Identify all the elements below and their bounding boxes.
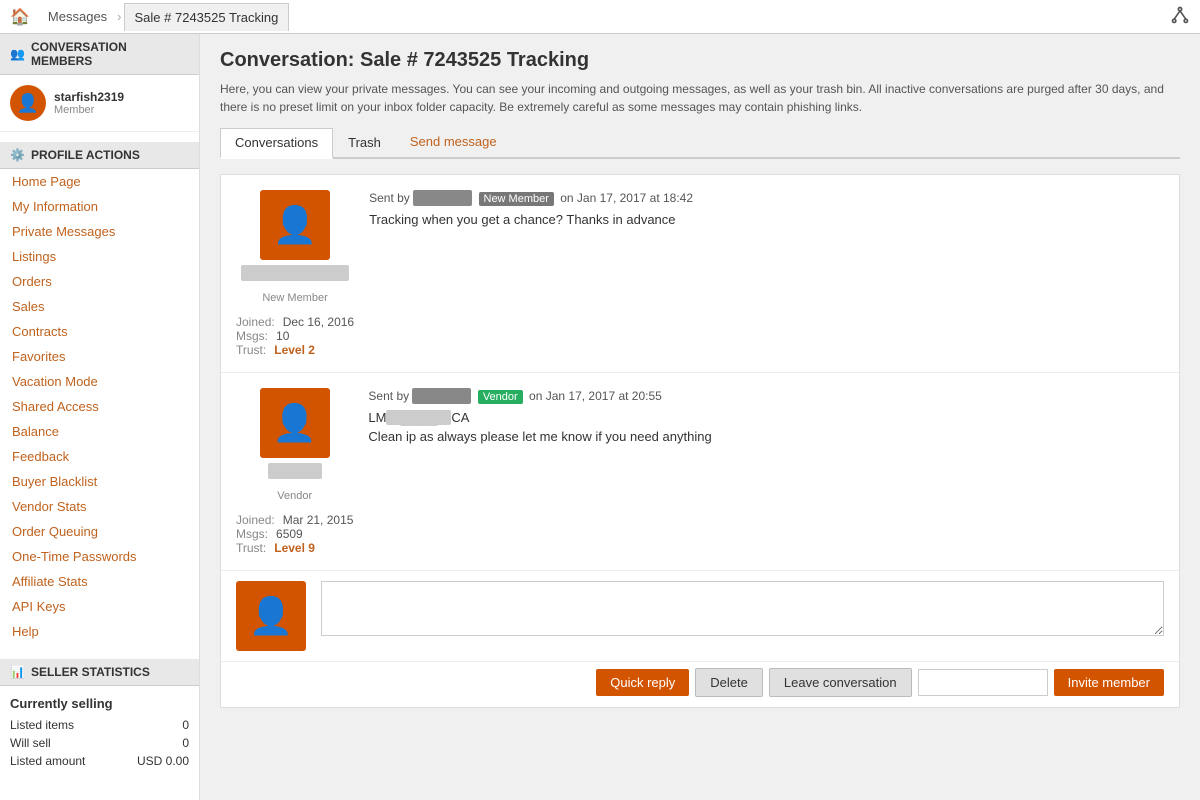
- sender-role: New Member: [262, 292, 327, 304]
- stats-row-listed-items: Listed items 0: [10, 716, 189, 734]
- profile-actions-header: ⚙️ PROFILE ACTIONS: [0, 142, 199, 169]
- reply-textarea[interactable]: [321, 581, 1164, 636]
- trust-level: Level 2: [274, 343, 315, 357]
- nav-my-information[interactable]: My Information: [0, 194, 199, 219]
- nav-messages[interactable]: Messages: [40, 9, 115, 24]
- message-meta: Sent by ██████ Vendor on Jan 17, 2017 at…: [368, 388, 1164, 404]
- cog-icon: ⚙️: [10, 148, 25, 162]
- invite-member-button[interactable]: Invite member: [1054, 669, 1164, 696]
- nav-vacation-mode[interactable]: Vacation Mode: [0, 369, 199, 394]
- avatar: 👤: [260, 388, 330, 458]
- stats-row-listed-amount: Listed amount USD 0.00: [10, 752, 189, 770]
- network-icon: [1170, 5, 1190, 25]
- nav-shared-access[interactable]: Shared Access: [0, 394, 199, 419]
- nav-contracts[interactable]: Contracts: [0, 319, 199, 344]
- delete-button[interactable]: Delete: [695, 668, 763, 697]
- user-stats: Joined: Dec 16, 2016 Msgs: 10 Trust: Lev…: [236, 315, 354, 357]
- nav-home-page[interactable]: Home Page: [0, 169, 199, 194]
- badge-new-member: New Member: [479, 192, 554, 206]
- top-navigation: 🏠 Messages › Sale # 7243525 Tracking: [0, 0, 1200, 34]
- page-title: Conversation: Sale # 7243525 Tracking: [220, 49, 1180, 72]
- msg-count: 10: [276, 329, 289, 343]
- nav-vendor-stats[interactable]: Vendor Stats: [0, 494, 199, 519]
- currently-selling-label: Currently selling: [10, 696, 189, 711]
- message-item: 👤 ████ Vendor Joined: Mar 21, 2015 Msgs:…: [221, 373, 1179, 571]
- chart-icon: 📊: [10, 665, 25, 679]
- user-info: 👤 starfish2319 Member: [0, 75, 199, 132]
- nav-api-keys[interactable]: API Keys: [0, 594, 199, 619]
- invite-member-input[interactable]: [918, 669, 1048, 696]
- nav-active-tab: Sale # 7243525 Tracking: [124, 3, 290, 31]
- messages-area: 👤 ████████ New Member Joined: Dec 16, 20…: [220, 174, 1180, 708]
- nav-buyer-blacklist[interactable]: Buyer Blacklist: [0, 469, 199, 494]
- leave-conversation-button[interactable]: Leave conversation: [769, 668, 912, 697]
- avatar-icon: 👤: [249, 595, 294, 637]
- members-icon: 👥: [10, 47, 25, 61]
- tab-send-message[interactable]: Send message: [396, 128, 511, 157]
- username-blurred: ██████: [412, 388, 471, 404]
- nav-orders[interactable]: Orders: [0, 269, 199, 294]
- avatar-icon: 👤: [17, 93, 39, 114]
- nav-affiliate-stats[interactable]: Affiliate Stats: [0, 569, 199, 594]
- reply-actions: Quick reply Delete Leave conversation In…: [221, 662, 1179, 707]
- user-stats: Joined: Mar 21, 2015 Msgs: 6509 Trust: L…: [236, 513, 353, 555]
- top-nav-right: [1170, 5, 1190, 28]
- reply-box: [321, 581, 1164, 651]
- nav-feedback[interactable]: Feedback: [0, 444, 199, 469]
- reply-area: 👤: [221, 571, 1179, 662]
- avatar: 👤: [260, 190, 330, 260]
- nav-order-queuing[interactable]: Order Queuing: [0, 519, 199, 544]
- nav-sales[interactable]: Sales: [0, 294, 199, 319]
- home-icon[interactable]: 🏠: [10, 7, 30, 27]
- join-date: Dec 16, 2016: [283, 315, 354, 329]
- reply-avatar: 👤: [236, 581, 306, 651]
- sidebar: 👥 CONVERSATION MEMBERS 👤 starfish2319 Me…: [0, 34, 200, 800]
- tab-conversations[interactable]: Conversations: [220, 128, 333, 159]
- user-role: Member: [54, 104, 124, 116]
- nav-one-time-passwords[interactable]: One-Time Passwords: [0, 544, 199, 569]
- username: starfish2319: [54, 90, 124, 104]
- badge-vendor: Vendor: [478, 390, 523, 404]
- nav-balance[interactable]: Balance: [0, 419, 199, 444]
- sender-name-blurred: ████████: [241, 265, 349, 281]
- nav-favorites[interactable]: Favorites: [0, 344, 199, 369]
- sender-role: Vendor: [277, 490, 312, 502]
- sender-name-blurred: ████: [268, 463, 322, 479]
- avatar: 👤: [10, 85, 46, 121]
- quick-reply-button[interactable]: Quick reply: [596, 669, 689, 696]
- msg-count: 6509: [276, 527, 303, 541]
- message-meta: Sent by ██████ New Member on Jan 17, 201…: [369, 190, 1164, 206]
- avatar-icon: 👤: [273, 204, 318, 246]
- seller-stats-body: Currently selling Listed items 0 Will se…: [0, 686, 199, 780]
- profile-actions-nav: Home Page My Information Private Message…: [0, 169, 199, 644]
- tab-trash[interactable]: Trash: [333, 128, 396, 157]
- join-date: Mar 21, 2015: [283, 513, 354, 527]
- message-item: 👤 ████████ New Member Joined: Dec 16, 20…: [221, 175, 1179, 373]
- nav-private-messages[interactable]: Private Messages: [0, 219, 199, 244]
- page-layout: 👥 CONVERSATION MEMBERS 👤 starfish2319 Me…: [0, 34, 1200, 800]
- extra-text: LM████CA: [368, 410, 1164, 425]
- message-text: Clean ip as always please let me know if…: [368, 429, 1164, 444]
- message-text: Tracking when you get a chance? Thanks i…: [369, 212, 1164, 227]
- tabs-bar: Conversations Trash Send message: [220, 128, 1180, 159]
- nav-listings[interactable]: Listings: [0, 244, 199, 269]
- seller-stats-header: 📊 SELLER STATISTICS: [0, 659, 199, 686]
- trust-level: Level 9: [274, 541, 315, 555]
- main-content: Conversation: Sale # 7243525 Tracking He…: [200, 34, 1200, 800]
- username-blurred: ██████: [413, 190, 472, 206]
- conversation-members-header: 👥 CONVERSATION MEMBERS: [0, 34, 199, 75]
- avatar-icon: 👤: [272, 402, 317, 444]
- info-text: Here, you can view your private messages…: [220, 80, 1180, 116]
- nav-help[interactable]: Help: [0, 619, 199, 644]
- stats-row-will-sell: Will sell 0: [10, 734, 189, 752]
